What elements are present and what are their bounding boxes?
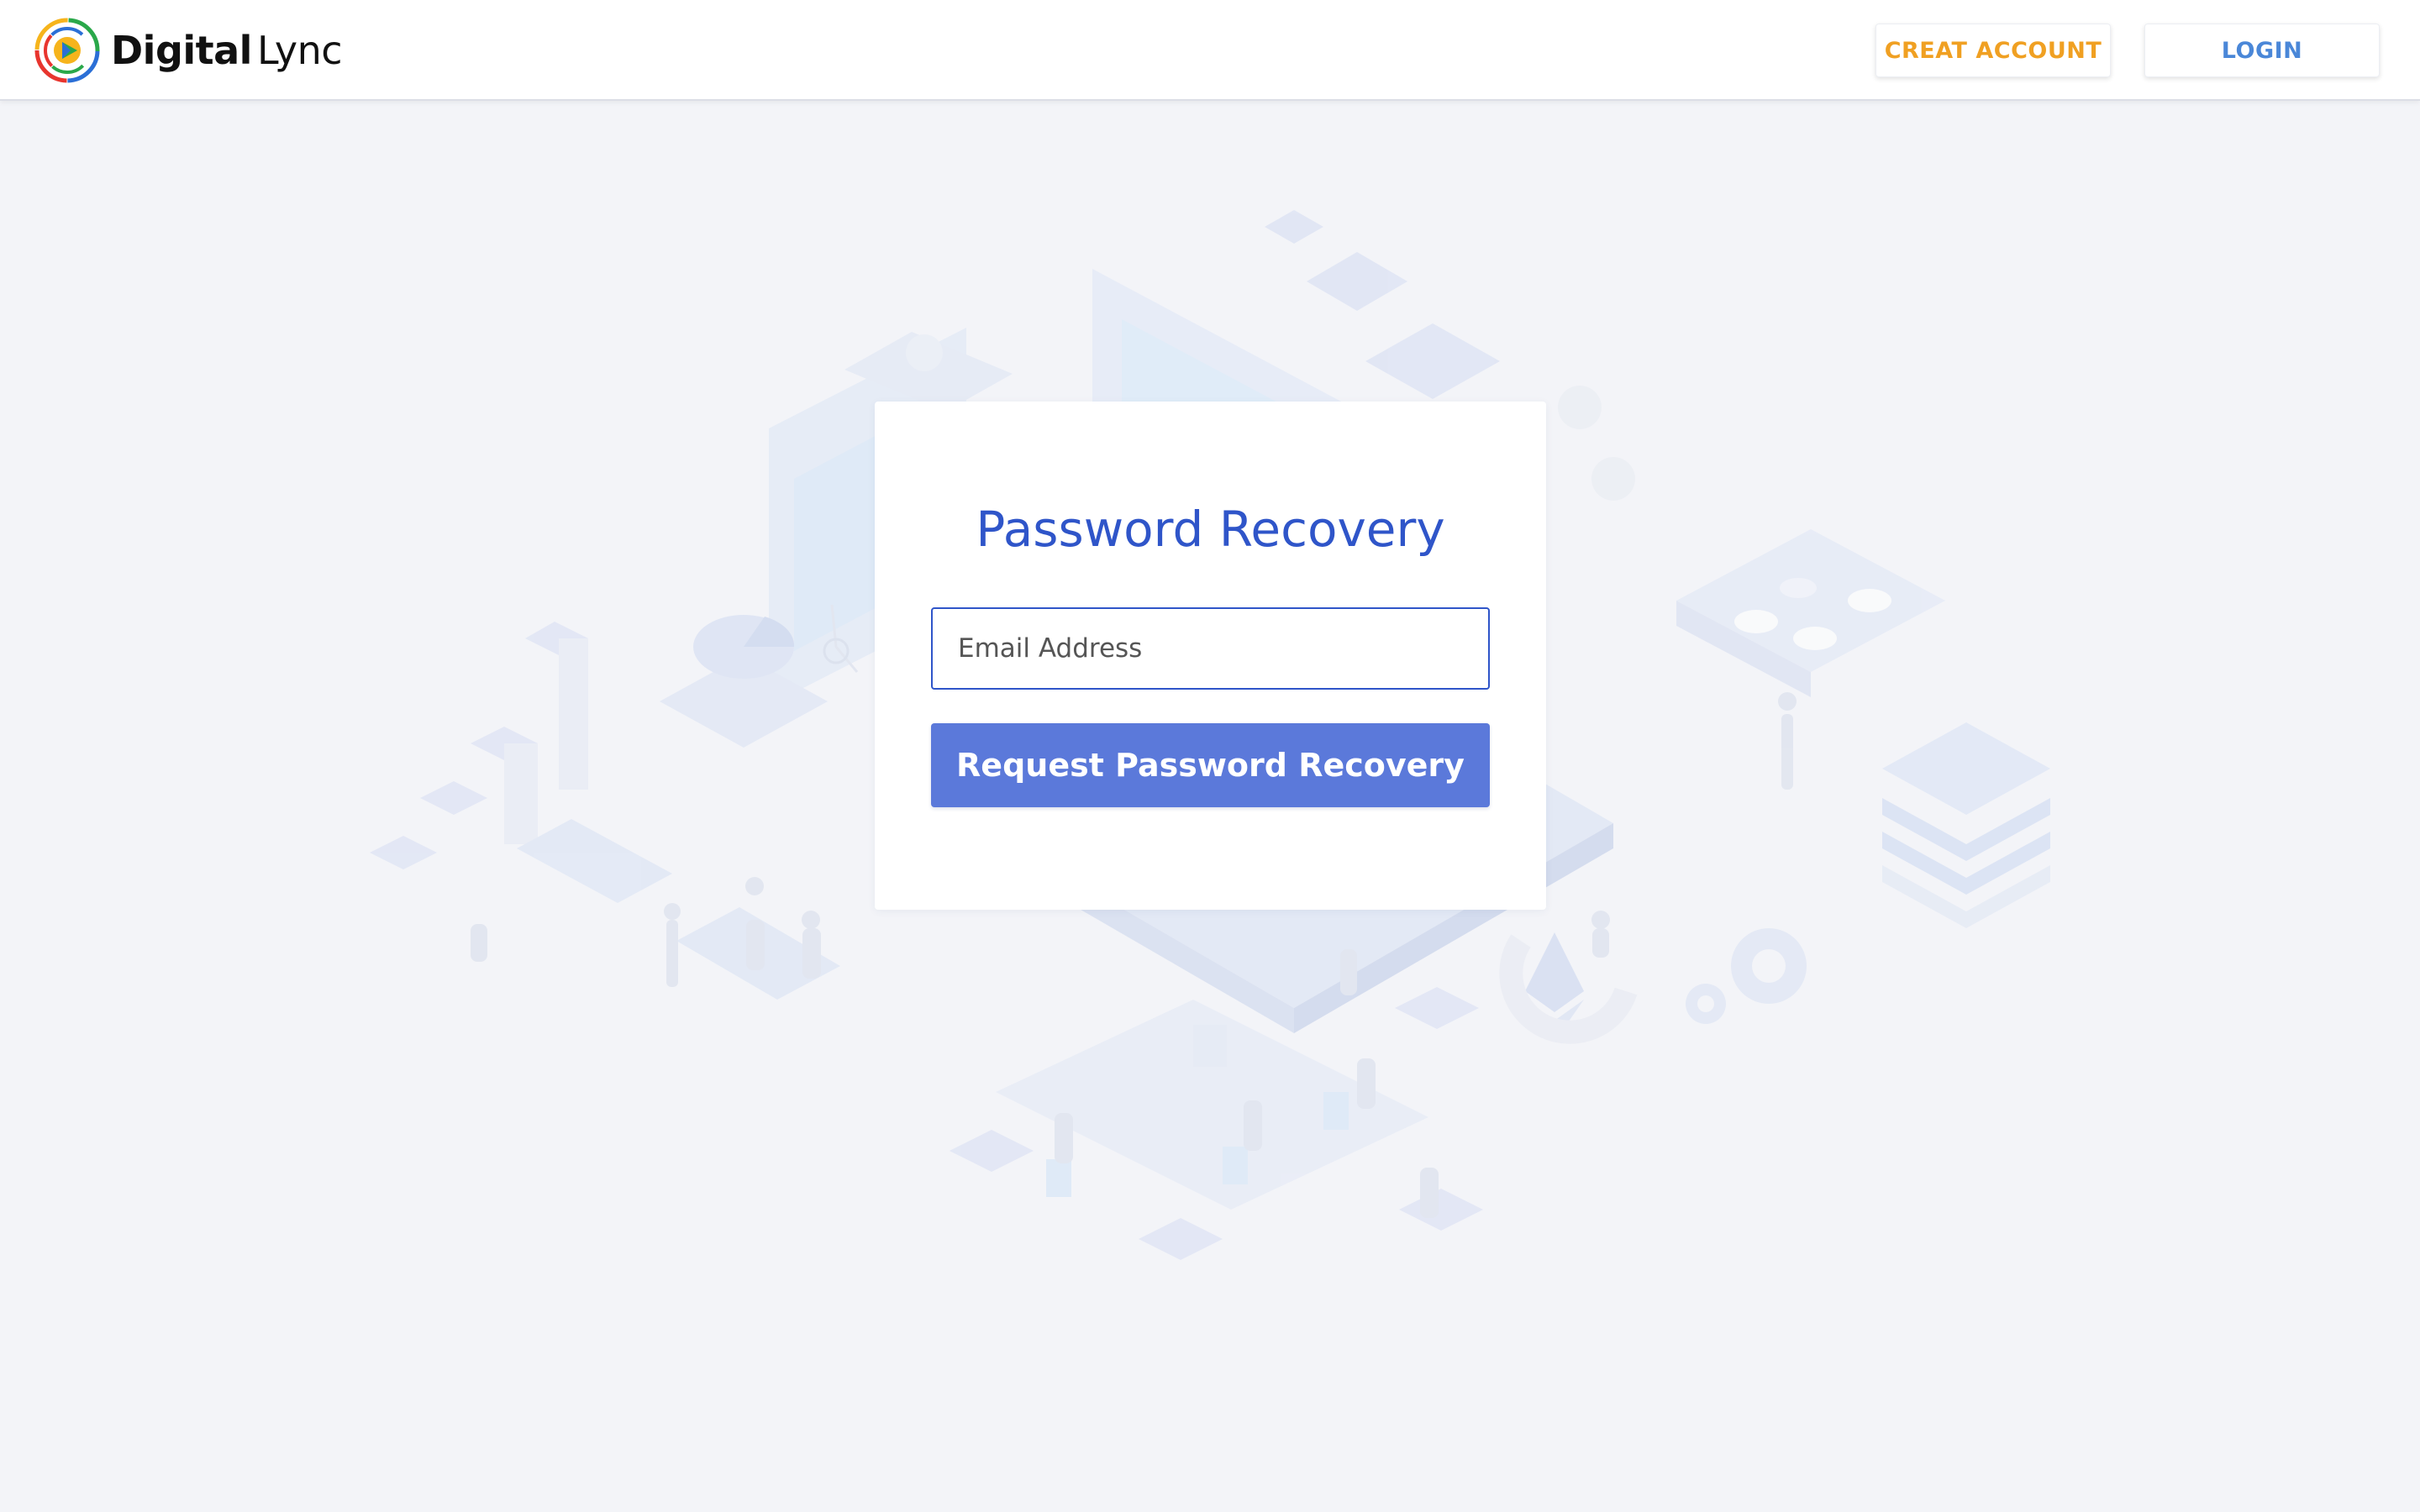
brand-name-bold: Digital	[111, 28, 252, 73]
tile-shape	[950, 1130, 1034, 1172]
brand-name: Digital Lync	[111, 28, 343, 73]
block-shape	[370, 836, 437, 869]
digital-lync-logo-icon	[34, 18, 100, 83]
email-field[interactable]	[931, 607, 1490, 690]
top-header: Digital Lync CREAT ACCOUNT LOGIN	[0, 0, 2420, 101]
brand-name-light: Lync	[256, 28, 343, 73]
login-button[interactable]: LOGIN	[2144, 24, 2380, 77]
cube-shape	[1365, 323, 1500, 399]
ethereum-shape	[1525, 932, 1584, 1012]
page-title: Password Recovery	[976, 501, 1445, 558]
block-shape	[420, 781, 487, 815]
stack-shape	[1882, 722, 2050, 815]
tile-shape	[1139, 1218, 1223, 1260]
brand-logo[interactable]: Digital Lync	[34, 17, 343, 84]
tile-shape	[1676, 529, 1945, 672]
create-account-button[interactable]: CREAT ACCOUNT	[1876, 24, 2111, 77]
cube-shape	[1265, 210, 1323, 244]
request-recovery-button[interactable]: Request Password Recovery	[931, 723, 1490, 807]
tile-shape	[1399, 1189, 1483, 1231]
password-recovery-card: Password Recovery Request Password Recov…	[875, 402, 1546, 910]
tile-shape	[517, 819, 672, 903]
tile-shape	[1395, 987, 1479, 1029]
stack-shape	[1882, 865, 2050, 928]
cube-shape	[1307, 252, 1407, 311]
